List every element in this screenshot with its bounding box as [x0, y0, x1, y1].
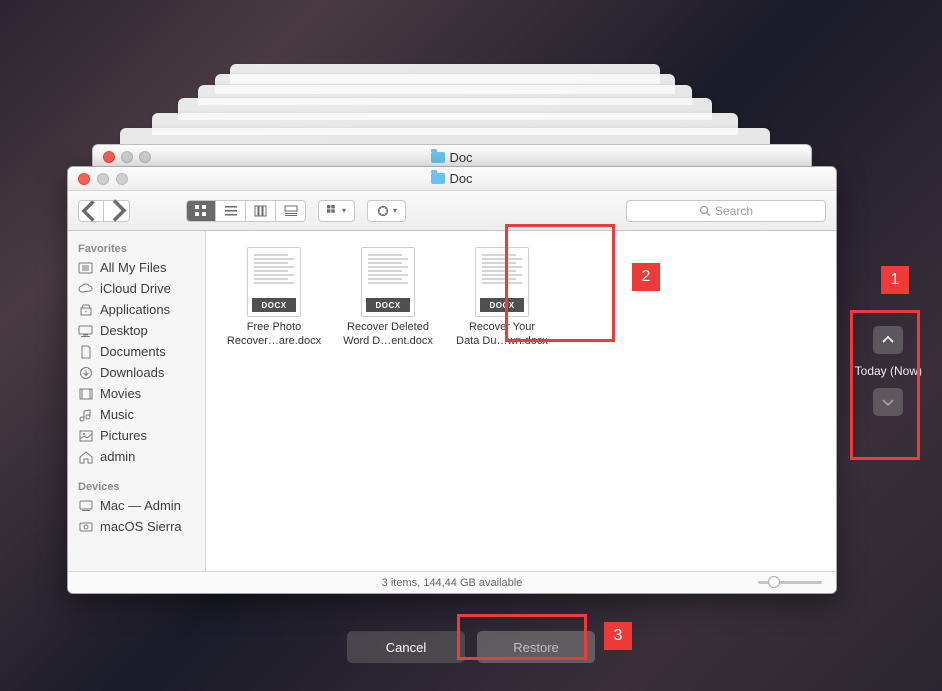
forward-button[interactable]	[104, 200, 130, 222]
toolbar: ▾ ▾ Search	[68, 191, 836, 231]
zoom-button-small	[139, 151, 151, 163]
sidebar-item-applications[interactable]: Applications	[68, 299, 205, 320]
sidebar-item-label: Movies	[100, 386, 141, 401]
sidebar-item-label: Desktop	[100, 323, 148, 338]
view-icon-button[interactable]	[186, 200, 216, 222]
sidebar-item-label: Documents	[100, 344, 166, 359]
close-button-small	[103, 151, 115, 163]
file-name: Recover Deleted Word D…ent.docx	[343, 321, 433, 349]
minimize-button-small	[121, 151, 133, 163]
sidebar-item-downloads[interactable]: Downloads	[68, 362, 205, 383]
file-extension-badge: DOCX	[366, 298, 410, 312]
sidebar-item-label: Mac — Admin	[100, 498, 181, 513]
sidebar-item-label: admin	[100, 449, 135, 464]
status-text: 3 items, 144,44 GB available	[382, 577, 523, 589]
arrange-dropdown[interactable]: ▾	[318, 200, 355, 222]
sidebar-item-pictures[interactable]: Pictures	[68, 425, 205, 446]
sidebar-item-label: macOS Sierra	[100, 519, 182, 534]
file-item[interactable]: DOCX Recover Deleted Word D…ent.docx	[334, 247, 442, 349]
search-icon	[699, 205, 711, 217]
sidebar-item-label: iCloud Drive	[100, 281, 171, 296]
sidebar-item-label: Pictures	[100, 428, 147, 443]
sidebar-item-label: Downloads	[100, 365, 164, 380]
zoom-slider[interactable]	[758, 581, 822, 584]
sidebar-item-movies[interactable]: Movies	[68, 383, 205, 404]
cancel-button[interactable]: Cancel	[347, 631, 465, 663]
sidebar-item-mac-admin[interactable]: Mac — Admin	[68, 495, 205, 516]
sidebar-item-label: All My Files	[100, 260, 166, 275]
status-bar: 3 items, 144,44 GB available	[68, 571, 836, 593]
document-icon: DOCX	[361, 247, 415, 317]
back-button[interactable]	[78, 200, 104, 222]
view-list-button[interactable]	[216, 200, 246, 222]
view-coverflow-button[interactable]	[276, 200, 306, 222]
favorites-heading: Favorites	[68, 239, 205, 257]
zoom-button[interactable]	[116, 173, 128, 185]
sidebar-item-macos-sierra[interactable]: macOS Sierra	[68, 516, 205, 537]
callout-number-2: 2	[632, 263, 660, 291]
folder-icon	[431, 173, 445, 184]
sidebar-item-label: Music	[100, 407, 134, 422]
search-input[interactable]: Search	[626, 200, 826, 222]
sidebar-item-label: Applications	[100, 302, 170, 317]
document-icon: DOCX	[247, 247, 301, 317]
callout-number-1: 1	[881, 266, 909, 294]
callout-box-3	[457, 614, 587, 660]
background-window-title: Doc	[449, 150, 472, 165]
titlebar: Doc	[68, 167, 836, 191]
file-name: Free Photo Recover…are.docx	[227, 321, 321, 349]
folder-icon	[431, 152, 445, 163]
sidebar-item-desktop[interactable]: Desktop	[68, 320, 205, 341]
sidebar-item-documents[interactable]: Documents	[68, 341, 205, 362]
callout-number-3: 3	[604, 622, 632, 650]
search-placeholder: Search	[715, 204, 753, 218]
minimize-button[interactable]	[97, 173, 109, 185]
view-column-button[interactable]	[246, 200, 276, 222]
action-dropdown[interactable]: ▾	[367, 200, 406, 222]
close-button[interactable]	[78, 173, 90, 185]
callout-box-2	[505, 224, 615, 342]
sidebar-item-music[interactable]: Music	[68, 404, 205, 425]
file-item[interactable]: DOCX Free Photo Recover…are.docx	[220, 247, 328, 349]
sidebar-item-icloud-drive[interactable]: iCloud Drive	[68, 278, 205, 299]
sidebar-item-all-my-files[interactable]: All My Files	[68, 257, 205, 278]
sidebar: Favorites All My Files iCloud Drive Appl…	[68, 231, 206, 571]
file-extension-badge: DOCX	[252, 298, 296, 312]
devices-heading: Devices	[68, 477, 205, 495]
callout-box-1	[850, 310, 920, 460]
window-title: Doc	[449, 171, 472, 186]
finder-window: Doc ▾ ▾ Search Favorites All My F	[67, 166, 837, 594]
sidebar-item-admin[interactable]: admin	[68, 446, 205, 467]
